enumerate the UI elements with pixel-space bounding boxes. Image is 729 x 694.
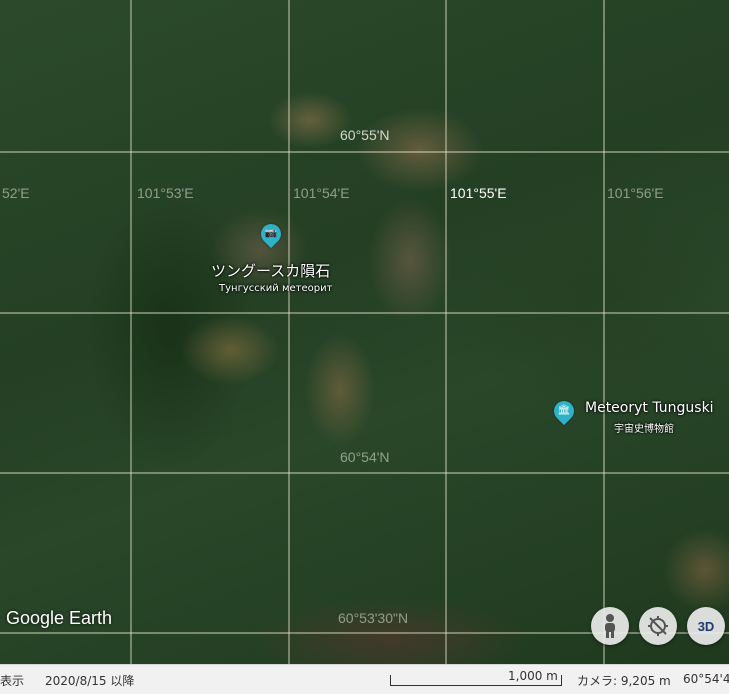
- camera-altitude: カメラ: 9,205 m: [577, 674, 671, 688]
- 3d-toggle-button[interactable]: 3D: [687, 607, 725, 645]
- scale-label: 1,000 m: [508, 669, 558, 683]
- compass-button[interactable]: [639, 607, 677, 645]
- lat-label: 60°55'N: [340, 127, 390, 143]
- lat-lon-grid: [0, 0, 729, 664]
- lon-label: 101°54'E: [293, 185, 350, 201]
- place-subtitle: Тунгусский метеорит: [219, 283, 333, 294]
- camera-glyph: 📷: [264, 228, 278, 239]
- place-title[interactable]: ツングースカ隕石: [211, 260, 330, 281]
- status-bar: 表示 2020/8/15 以降 1,000 m カメラ: 9,205 m 60°…: [0, 664, 729, 694]
- google-earth-logo: Google Earth: [6, 608, 113, 628]
- museum-glyph: 🏛: [557, 405, 571, 416]
- satellite-map[interactable]: 60°55'N 60°54'N 60°53'30"N 52'E 101°53'E…: [0, 0, 729, 664]
- place-title[interactable]: Meteoryt Tunguski: [585, 400, 714, 416]
- place-subtitle: 宇宙史博物館: [614, 424, 674, 435]
- compass-icon: [648, 616, 668, 636]
- imagery-date: 2020/8/15 以降: [45, 674, 135, 688]
- lon-label: 101°55'E: [450, 185, 507, 201]
- lon-label: 101°53'E: [137, 185, 194, 201]
- lat-label: 60°53'30"N: [338, 610, 409, 626]
- lon-label: 52'E: [2, 185, 30, 201]
- view-label: 表示: [0, 674, 25, 688]
- pegman-button[interactable]: [591, 607, 629, 645]
- pegman-icon: [605, 614, 615, 638]
- lon-label: 101°56'E: [607, 185, 664, 201]
- cursor-coordinates: 60°54'49: [683, 672, 729, 686]
- lat-label: 60°54'N: [340, 449, 390, 465]
